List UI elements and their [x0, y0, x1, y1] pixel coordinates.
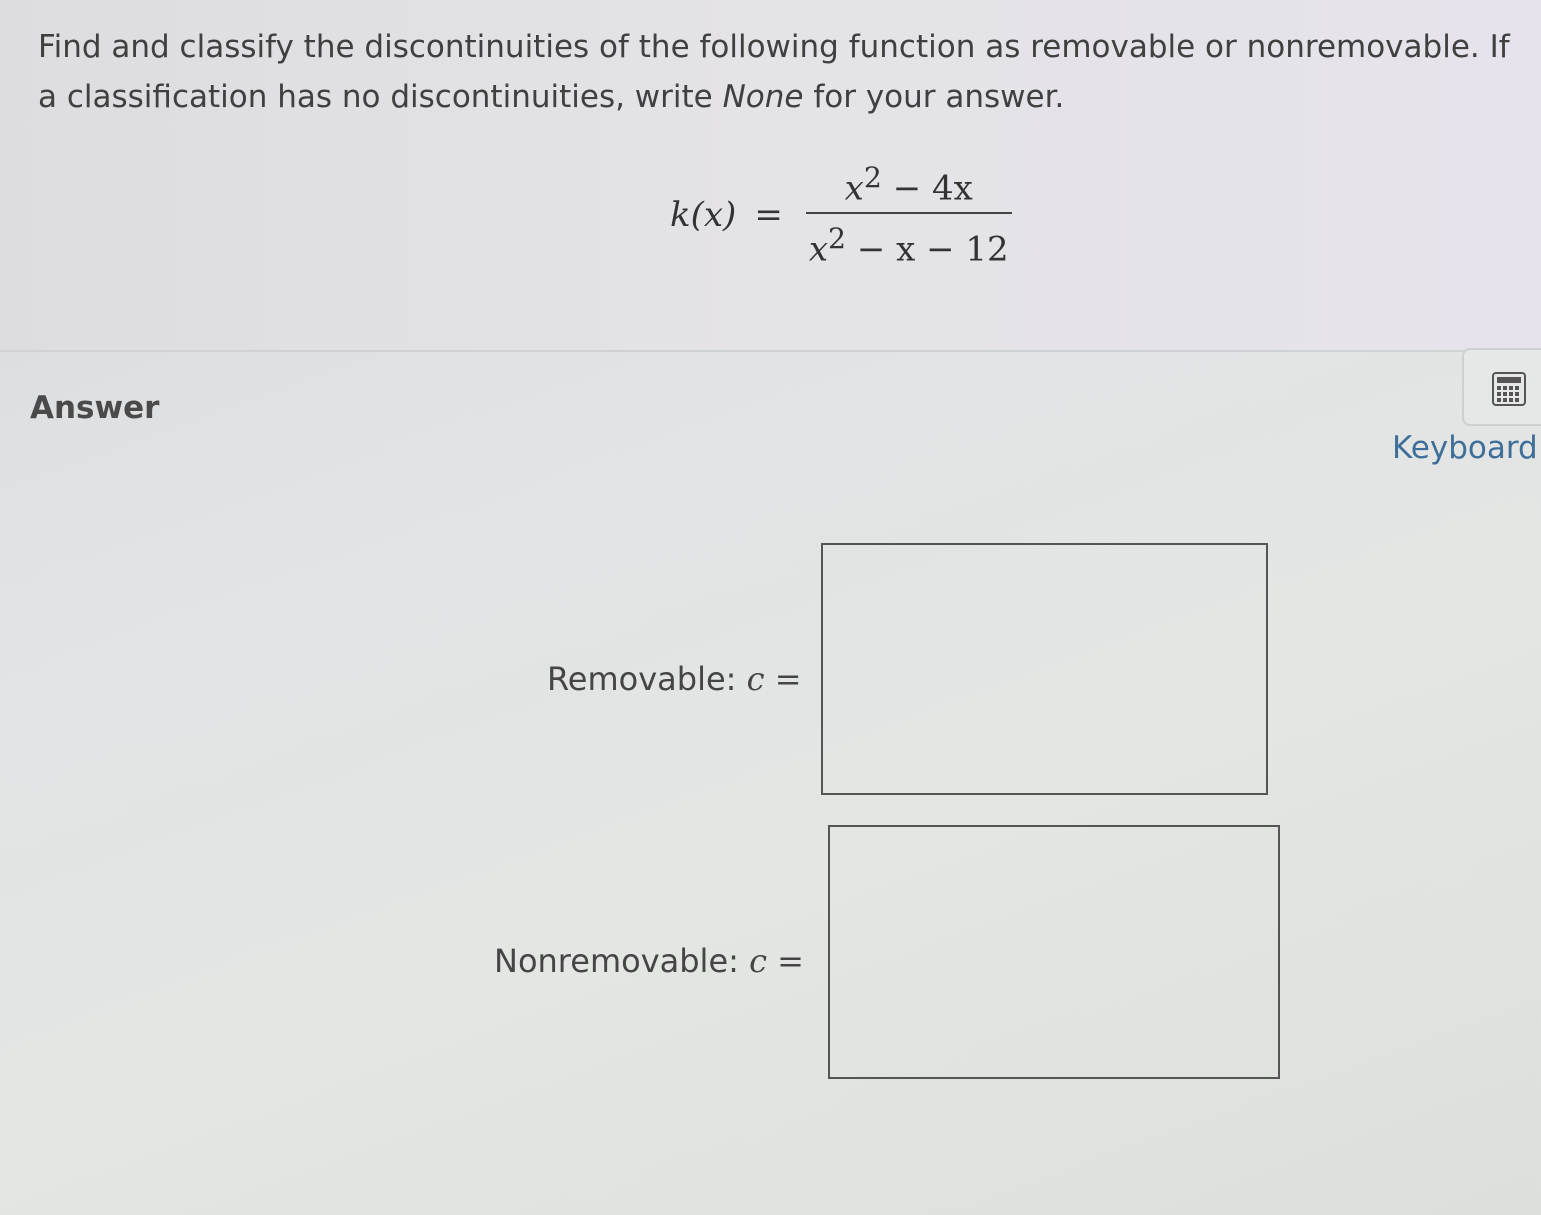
removable-equals: =: [764, 660, 802, 698]
calculator-keypad-icon: [1492, 372, 1526, 410]
denominator-exponent: 2: [828, 222, 847, 255]
nonremovable-variable: c: [749, 942, 767, 980]
denominator-rest: − x − 12: [846, 229, 1009, 270]
numerator-variable: x: [844, 168, 864, 208]
numerator-rest: − 4x: [881, 168, 973, 208]
nonremovable-label-text: Nonremovable:: [494, 942, 750, 980]
nonremovable-label: Nonremovable: c =: [494, 942, 804, 980]
function-fraction: x2 − 4x x2 − x − 12: [805, 161, 1013, 269]
removable-label-text: Removable:: [547, 660, 747, 698]
keyboard-label[interactable]: Keyboard: [1392, 430, 1538, 466]
removable-input[interactable]: [821, 543, 1268, 795]
question-prompt: Find and classify the discontinuities of…: [38, 22, 1528, 122]
nonremovable-input[interactable]: [828, 825, 1280, 1079]
prompt-emphasis-none: None: [722, 79, 804, 115]
denominator-variable: x: [808, 229, 828, 270]
function-equals: =: [754, 195, 783, 235]
keyboard-toggle-button[interactable]: [1462, 348, 1541, 426]
nonremovable-equals: =: [767, 942, 804, 980]
numerator-exponent: 2: [863, 160, 882, 194]
fraction-bar: [805, 212, 1012, 214]
function-lhs: k(x): [670, 195, 737, 235]
function-formula: k(x) = x2 − 4x x2 − x − 12: [670, 160, 1013, 270]
removable-variable: c: [746, 660, 765, 698]
removable-label: Removable: c =: [547, 660, 802, 698]
question-panel: Find and classify the discontinuities of…: [0, 0, 1541, 352]
answer-heading: Answer: [30, 390, 160, 426]
prompt-text-end: for your answer.: [803, 79, 1065, 115]
fraction-numerator: x2 − 4x: [841, 161, 977, 208]
fraction-denominator: x2 − x − 12: [805, 222, 1013, 269]
